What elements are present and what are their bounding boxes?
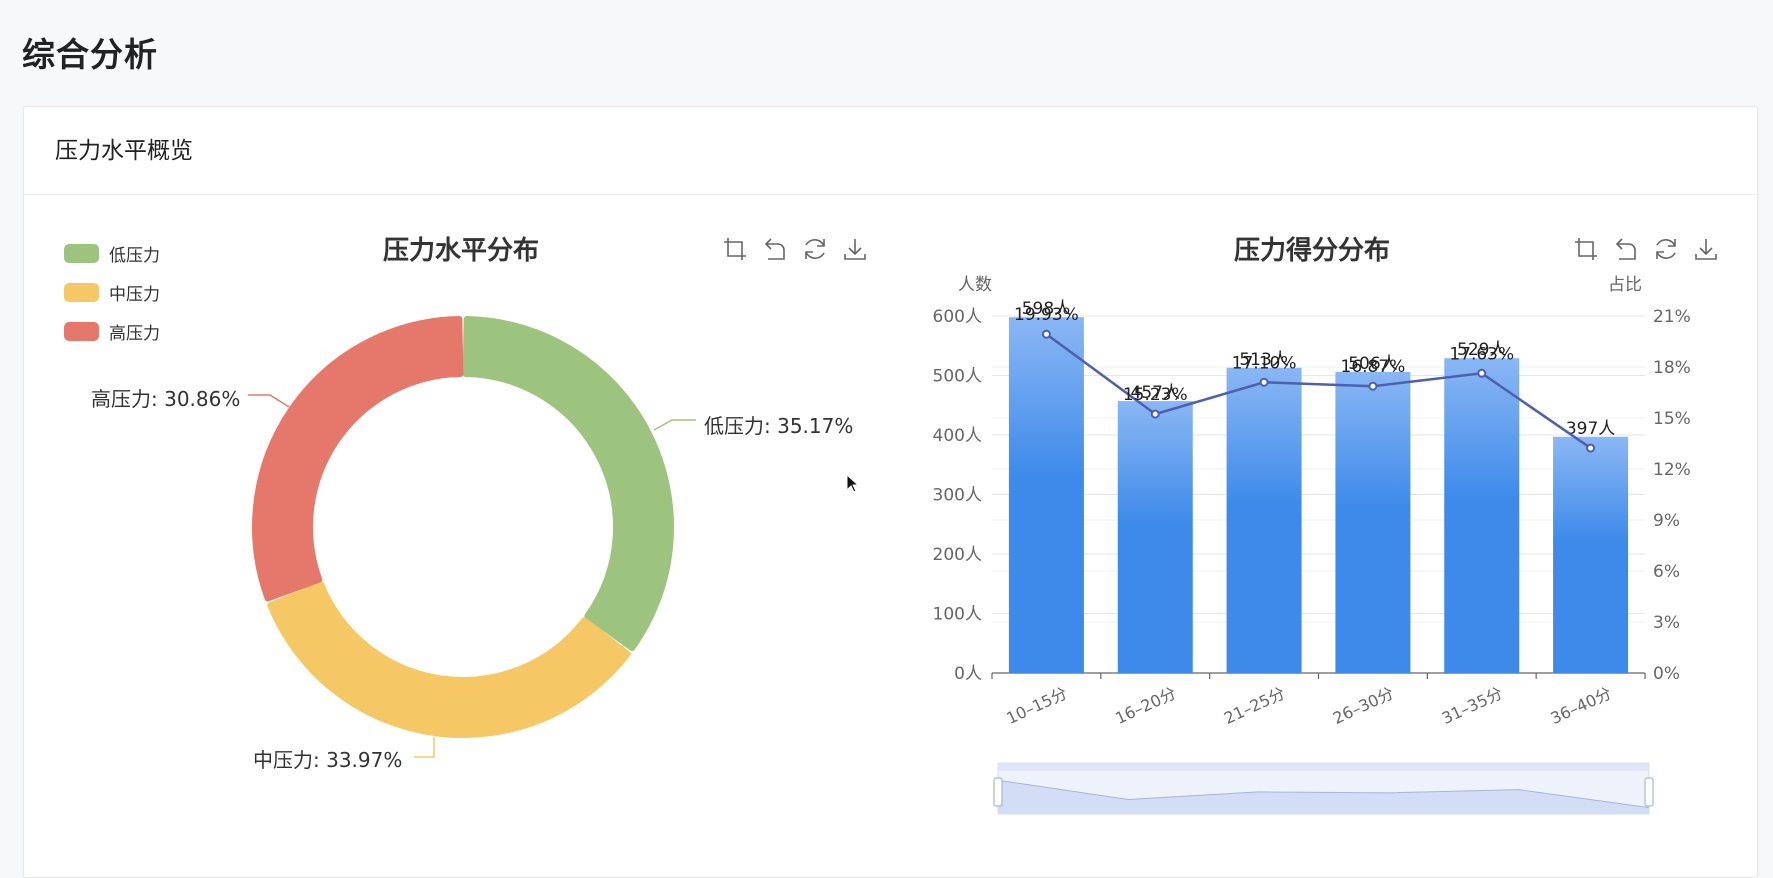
bar[interactable] — [1008, 317, 1084, 673]
pie-leader-mid — [414, 737, 435, 758]
refresh-icon[interactable] — [1653, 236, 1679, 262]
y-tick-left: 0人 — [954, 664, 982, 684]
download-icon[interactable] — [1693, 236, 1719, 262]
ratio-point[interactable] — [1259, 377, 1269, 387]
x-tick-label: 10–15分 — [1003, 683, 1070, 728]
pie-label-high: 高压力: 30.86% — [91, 387, 241, 411]
bar[interactable] — [1444, 358, 1520, 673]
pie-label-low: 低压力: 35.17% — [704, 414, 854, 438]
bar-toolbox — [1573, 236, 1719, 262]
ratio-value-label: 15.23% — [1123, 385, 1188, 405]
y-tick-left: 600人 — [933, 307, 982, 327]
pie-leader-low — [653, 419, 696, 431]
y-tick-right: 3% — [1653, 613, 1680, 633]
datazoom-top-bar[interactable] — [998, 763, 1649, 771]
ratio-point[interactable] — [1368, 381, 1378, 391]
pie-slice-low[interactable] — [462, 316, 674, 652]
ratio-point[interactable] — [1041, 329, 1051, 339]
ratio-point[interactable] — [1150, 409, 1160, 419]
bar[interactable] — [1117, 401, 1193, 673]
datazoom-handle-right[interactable] — [1644, 777, 1654, 807]
pie-slice-high[interactable] — [252, 316, 464, 602]
ratio-value-label: 17.10% — [1232, 353, 1297, 373]
x-tick-label: 31–35分 — [1439, 683, 1506, 728]
y-tick-left: 100人 — [933, 605, 982, 625]
y-tick-left: 400人 — [933, 426, 982, 446]
undo-icon[interactable] — [1613, 236, 1639, 262]
y-tick-left: 500人 — [933, 367, 982, 387]
y-axis-name-right: 占比 — [1608, 275, 1642, 295]
y-tick-left: 300人 — [933, 486, 982, 506]
bar[interactable] — [1335, 371, 1411, 673]
y-tick-left: 200人 — [933, 545, 982, 565]
x-tick-label: 36–40分 — [1548, 683, 1615, 728]
x-tick-label: 21–25分 — [1221, 683, 1288, 728]
y-tick-right: 9% — [1653, 511, 1680, 531]
ratio-value-label: 16.87% — [1341, 357, 1406, 377]
crop-icon[interactable] — [1573, 236, 1599, 262]
pie-slice-mid[interactable] — [267, 581, 631, 738]
y-tick-right: 21% — [1653, 307, 1691, 327]
y-tick-right: 6% — [1653, 562, 1680, 582]
ratio-point[interactable] — [1586, 443, 1596, 453]
x-tick-label: 16–20分 — [1112, 683, 1179, 728]
y-axis-name-left: 人数 — [958, 275, 992, 295]
bar-chart: 0人 100人 200人 300人 400人 500人 600人 0% 3% 6% 9% 12% 15%… — [933, 275, 1691, 815]
x-tick-label: 26–30分 — [1330, 683, 1397, 728]
y-tick-right: 12% — [1653, 460, 1691, 480]
y-tick-right: 15% — [1653, 409, 1691, 429]
mouse-cursor-icon — [846, 474, 860, 493]
pie-label-mid: 中压力: 33.97% — [253, 748, 403, 772]
datazoom-handle-left[interactable] — [993, 777, 1003, 807]
pie-leader-high — [248, 394, 290, 408]
y-tick-right: 0% — [1653, 664, 1680, 684]
y-tick-right: 18% — [1653, 358, 1691, 378]
bar[interactable] — [1226, 367, 1302, 673]
bar[interactable] — [1553, 436, 1629, 673]
ratio-value-label: 17.63% — [1449, 344, 1514, 364]
ratio-point[interactable] — [1477, 368, 1487, 378]
ratio-value-label: 19.93% — [1014, 305, 1079, 325]
